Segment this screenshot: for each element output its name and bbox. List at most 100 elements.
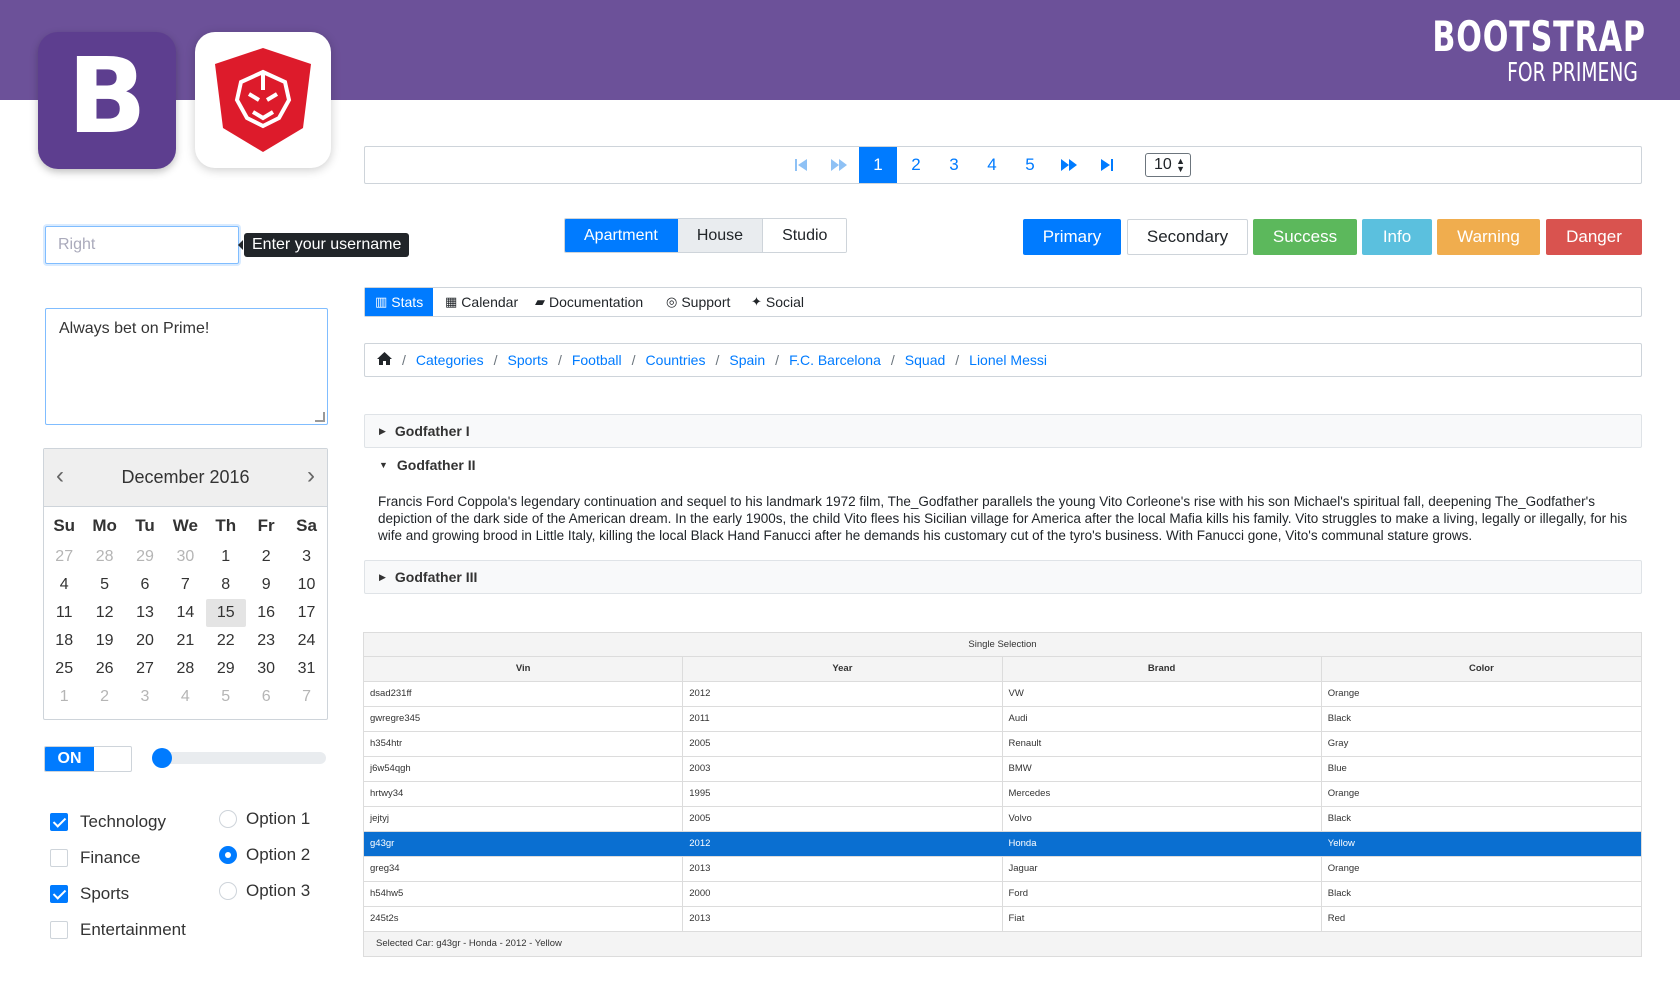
calendar-day[interactable]: 26 (84, 655, 124, 683)
page-1-button[interactable]: 1 (859, 147, 897, 183)
column-header-brand[interactable]: Brand (1003, 657, 1322, 681)
success-button[interactable]: Success (1253, 219, 1357, 255)
checkbox-box[interactable] (50, 849, 68, 867)
breadcrumb-item[interactable]: Countries (646, 352, 706, 368)
calendar-day[interactable]: 25 (44, 655, 84, 683)
calendar-day[interactable]: 1 (206, 543, 246, 571)
checkbox-finance[interactable]: Finance (50, 848, 140, 868)
next-page-button[interactable] (1050, 147, 1088, 183)
calendar-day[interactable]: 20 (125, 627, 165, 655)
calendar-day[interactable]: 28 (84, 543, 124, 571)
breadcrumb-item[interactable]: Football (572, 352, 622, 368)
calendar-day[interactable]: 17 (286, 599, 326, 627)
checkbox-box[interactable] (50, 885, 68, 903)
input-switch[interactable]: ON (44, 746, 132, 772)
tab-calendar[interactable]: ▦ Calendar (445, 288, 518, 316)
checkbox-box[interactable] (50, 921, 68, 939)
calendar-day[interactable]: 6 (125, 571, 165, 599)
calendar-day[interactable]: 22 (206, 627, 246, 655)
breadcrumb-item[interactable]: Spain (729, 352, 765, 368)
column-header-color[interactable]: Color (1322, 657, 1641, 681)
calendar-day[interactable]: 23 (246, 627, 286, 655)
table-row[interactable]: hrtwy34 1995 Mercedes Orange (364, 782, 1641, 807)
calendar-day[interactable]: 30 (246, 655, 286, 683)
rows-per-page-dropdown[interactable]: 10 ▲ ▼ (1145, 153, 1191, 177)
checkbox-box[interactable] (50, 813, 68, 831)
last-page-button[interactable] (1088, 147, 1126, 183)
calendar-day[interactable]: 19 (84, 627, 124, 655)
chevron-right-icon[interactable]: › (307, 464, 315, 488)
table-row[interactable]: g43gr 2012 Honda Yellow (364, 832, 1641, 857)
calendar-day[interactable]: 7 (286, 683, 326, 711)
primary-button[interactable]: Primary (1023, 219, 1121, 255)
calendar-day[interactable]: 21 (165, 627, 205, 655)
calendar-day[interactable]: 7 (165, 571, 205, 599)
radio-option-2[interactable]: Option 2 (219, 845, 310, 865)
prev-page-button[interactable] (820, 147, 858, 183)
tab-documentation[interactable]: ▰ Documentation (535, 288, 643, 316)
calendar-day[interactable]: 8 (206, 571, 246, 599)
accordion-header-godfather-ii[interactable]: ▼ Godfather II (364, 448, 1642, 482)
page-2-button[interactable]: 2 (897, 147, 935, 183)
page-5-button[interactable]: 5 (1011, 147, 1049, 183)
calendar-day[interactable]: 27 (44, 543, 84, 571)
column-header-vin[interactable]: Vin (364, 657, 684, 681)
checkbox-entertainment[interactable]: Entertainment (50, 920, 186, 940)
calendar-day[interactable]: 28 (165, 655, 205, 683)
calendar-day[interactable]: 3 (125, 683, 165, 711)
table-row[interactable]: h354htr 2005 Renault Gray (364, 732, 1641, 757)
radio-circle[interactable] (219, 810, 237, 828)
calendar-day[interactable]: 29 (125, 543, 165, 571)
table-row[interactable]: greg34 2013 Jaguar Orange (364, 857, 1641, 882)
secondary-button[interactable]: Secondary (1127, 219, 1248, 255)
calendar-day[interactable]: 1 (44, 683, 84, 711)
home-icon[interactable] (377, 352, 392, 368)
calendar-day[interactable]: 11 (44, 599, 84, 627)
calendar-day[interactable]: 29 (206, 655, 246, 683)
first-page-button[interactable] (782, 147, 820, 183)
calendar-day[interactable]: 14 (165, 599, 205, 627)
chevron-left-icon[interactable]: ‹ (56, 464, 64, 488)
breadcrumb-item[interactable]: F.C. Barcelona (789, 352, 881, 368)
page-4-button[interactable]: 4 (973, 147, 1011, 183)
page-3-button[interactable]: 3 (935, 147, 973, 183)
calendar-day[interactable]: 2 (246, 543, 286, 571)
checkbox-technology[interactable]: Technology (50, 812, 166, 832)
table-row[interactable]: gwregre345 2011 Audi Black (364, 707, 1641, 732)
calendar-day[interactable]: 18 (44, 627, 84, 655)
slider[interactable] (152, 748, 326, 768)
breadcrumb-item[interactable]: Sports (507, 352, 547, 368)
calendar-day[interactable]: 2 (84, 683, 124, 711)
option-studio[interactable]: Studio (763, 219, 847, 252)
breadcrumb-item[interactable]: Categories (416, 352, 484, 368)
warning-button[interactable]: Warning (1437, 219, 1540, 255)
column-header-year[interactable]: Year (683, 657, 1003, 681)
option-house[interactable]: House (677, 219, 764, 252)
calendar-day[interactable]: 27 (125, 655, 165, 683)
calendar-day[interactable]: 6 (246, 683, 286, 711)
table-row[interactable]: h54hw5 2000 Ford Black (364, 882, 1641, 907)
calendar-day[interactable]: 15 (205, 599, 246, 627)
danger-button[interactable]: Danger (1546, 219, 1642, 255)
calendar-day[interactable]: 10 (286, 571, 326, 599)
calendar-day[interactable]: 5 (206, 683, 246, 711)
radio-option-1[interactable]: Option 1 (219, 809, 310, 829)
slider-handle[interactable] (152, 748, 172, 768)
calendar-day[interactable]: 24 (286, 627, 326, 655)
option-apartment[interactable]: Apartment (565, 219, 678, 252)
calendar-day[interactable]: 30 (165, 543, 205, 571)
tab-support[interactable]: ◎ Support (666, 288, 730, 316)
radio-circle[interactable] (219, 882, 237, 900)
tab-stats[interactable]: ▥ Stats (365, 288, 434, 316)
accordion-header-godfather-iii[interactable]: ▶ Godfather III (364, 560, 1642, 594)
username-input[interactable]: Right (45, 226, 239, 264)
table-row[interactable]: dsad231ff 2012 VW Orange (364, 682, 1641, 707)
calendar-day[interactable]: 16 (246, 599, 286, 627)
table-row[interactable]: jejtyj 2005 Volvo Black (364, 807, 1641, 832)
calendar-day[interactable]: 13 (125, 599, 165, 627)
calendar-day[interactable]: 9 (246, 571, 286, 599)
tab-social[interactable]: ✦ Social (751, 288, 804, 316)
calendar-day[interactable]: 4 (44, 571, 84, 599)
message-textarea[interactable]: Always bet on Prime! (45, 308, 328, 425)
checkbox-sports[interactable]: Sports (50, 884, 129, 904)
